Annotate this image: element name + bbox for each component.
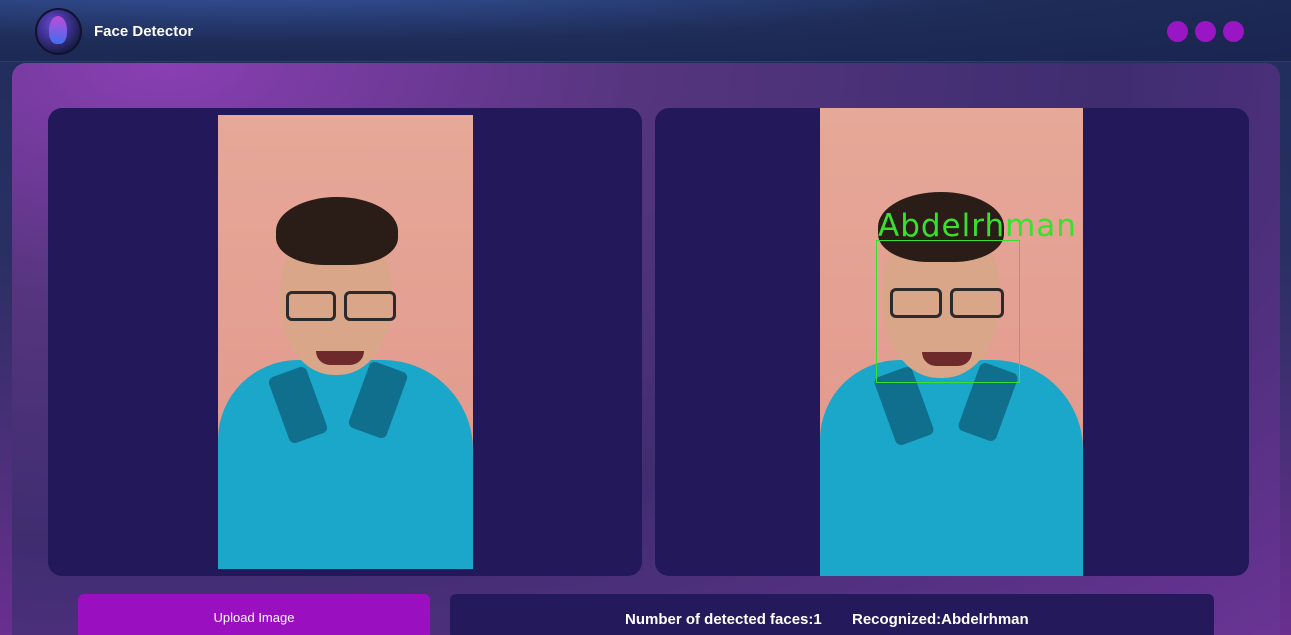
window-dot-button-2[interactable]	[1195, 21, 1216, 42]
face-head-logo-icon	[35, 8, 82, 55]
title-bar: Face Detector	[0, 0, 1291, 62]
recognized-name: Recognized:Abdelrhman	[852, 611, 1029, 628]
input-image-card	[48, 108, 642, 576]
results-bar: Number of detected faces:1 Recognized:Ab…	[450, 594, 1214, 635]
window-dot-button-3[interactable]	[1223, 21, 1244, 42]
output-image-card: Abdelrhman	[655, 108, 1249, 576]
input-photo	[218, 115, 473, 569]
window-dot-button-1[interactable]	[1167, 21, 1188, 42]
detected-faces-count: Number of detected faces:1	[625, 611, 822, 628]
recognized-face-label: Abdelrhman	[878, 208, 1077, 244]
app-title: Face Detector	[94, 23, 194, 40]
detected-face-box	[876, 240, 1020, 383]
output-photo: Abdelrhman	[820, 108, 1083, 576]
upload-image-button[interactable]: Upload Image	[78, 594, 430, 635]
